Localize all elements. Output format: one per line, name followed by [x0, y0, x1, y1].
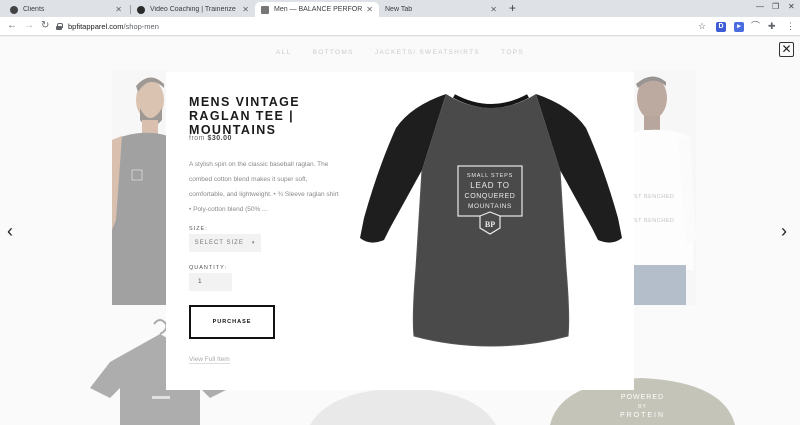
graphic-text-line: SMALL STEPS — [467, 173, 513, 179]
graphic-text-line: CONQUERED — [465, 193, 516, 200]
close-tab-icon[interactable]: ✕ — [490, 5, 497, 14]
price-prefix: from — [189, 135, 205, 142]
bookmark-star-icon[interactable]: ☆ — [698, 22, 706, 31]
extension-shoe-icon[interactable]: ⌒ — [751, 22, 760, 31]
tab-favicon-icon — [261, 5, 269, 14]
raglan-tee-illustration: SMALL STEPS LEAD TO CONQUERED MOUNTAINS … — [360, 94, 622, 347]
category-jackets-sweatshirts[interactable]: JACKETS/ SWEATSHIRTS — [375, 49, 480, 56]
close-tab-icon[interactable]: ✕ — [242, 5, 249, 14]
category-tops[interactable]: TOPS — [501, 49, 524, 56]
minimize-icon[interactable]: — — [756, 2, 764, 11]
tab-title: Men — BALANCE PERFORMANC — [274, 6, 363, 13]
tab-favicon-icon — [10, 5, 18, 14]
category-bottoms[interactable]: BOTTOMS — [313, 49, 354, 56]
previous-arrow-icon[interactable]: ‹ — [7, 222, 13, 240]
price-value: $30.00 — [207, 135, 232, 142]
chrome-menu-icon[interactable]: ⋮ — [786, 22, 795, 31]
product-quick-view-modal: MENS VINTAGE RAGLAN TEE | MOUNTAINS from… — [166, 72, 634, 390]
url-path: /shop-men — [123, 22, 159, 31]
size-select-value: SELECT SIZE — [194, 240, 244, 246]
tab-men-active[interactable]: Men — BALANCE PERFORMANC ✕ — [255, 2, 379, 17]
view-full-item-link[interactable]: View Full Item — [189, 356, 230, 364]
product-tile-right-model[interactable]: ST BENCHED ST BENCHED — [634, 70, 696, 305]
shirt-text-line: ST BENCHED — [634, 218, 675, 224]
category-nav: ALL BOTTOMS JACKETS/ SWEATSHIRTS TOPS — [0, 49, 800, 56]
size-select[interactable]: SELECT SIZE ▾ — [189, 234, 261, 252]
tab-title: New Tab — [385, 6, 413, 13]
lock-icon — [56, 23, 63, 30]
model-photo-right — [634, 70, 696, 305]
address-bar[interactable]: bpfitapparel.com/shop-men — [56, 19, 686, 34]
forward-arrow-icon[interactable]: → — [24, 20, 34, 31]
tab-new-tab[interactable]: New Tab ✕ — [379, 2, 503, 17]
back-arrow-icon[interactable]: ← — [7, 20, 17, 31]
next-arrow-icon[interactable]: › — [781, 222, 787, 240]
close-window-icon[interactable]: ✕ — [788, 2, 795, 11]
reload-icon[interactable]: ↻ — [41, 20, 49, 31]
tab-title: Video Coaching | Trainerize Pers — [150, 6, 238, 13]
product-tile-sweatshirt[interactable] — [290, 388, 516, 425]
close-lightbox-button[interactable]: ✕ — [779, 42, 794, 57]
tab-clients[interactable]: Clients ✕ — [4, 2, 128, 17]
extension-d-icon[interactable]: D — [716, 22, 726, 32]
shirt-text-line: ST BENCHED — [634, 194, 675, 200]
graphic-text-line: LEAD TO — [470, 181, 510, 190]
model-photo-left — [112, 70, 168, 305]
purchase-button[interactable]: PURCHASE — [189, 305, 275, 339]
extensions-puzzle-icon[interactable]: ✚ — [768, 22, 776, 31]
product-tile-left-model[interactable] — [112, 70, 168, 305]
sweatshirt-photo — [310, 388, 496, 425]
category-all[interactable]: ALL — [276, 49, 291, 56]
graphic-text-line: MOUNTAINS — [468, 203, 512, 210]
shirt-text-line: POWERED — [620, 394, 665, 401]
tab-favicon-icon — [137, 5, 145, 14]
quantity-input[interactable]: 1 — [189, 273, 232, 291]
browser-tab-bar: Clients ✕ Video Coaching | Trainerize Pe… — [0, 0, 800, 17]
chevron-down-icon: ▾ — [251, 240, 256, 246]
tab-video-coaching[interactable]: Video Coaching | Trainerize Pers ✕ — [131, 2, 255, 17]
size-label: SIZE: — [189, 226, 208, 232]
restore-icon[interactable]: ❐ — [772, 2, 779, 11]
url-host: bpfitapparel.com — [68, 22, 124, 31]
shirt-text-line: PROTEIN — [619, 412, 666, 419]
shirt-text-line: BY — [638, 404, 647, 410]
browser-toolbar: ← → ↻ bpfitapparel.com/shop-men ☆ D ▸ ⌒ … — [0, 17, 800, 36]
logo-text: BP — [485, 220, 495, 229]
close-tab-icon[interactable]: ✕ — [115, 5, 122, 14]
product-image: SMALL STEPS LEAD TO CONQUERED MOUNTAINS … — [356, 88, 626, 348]
quantity-label: QUANTITY: — [189, 265, 228, 271]
product-title: MENS VINTAGE RAGLAN TEE | MOUNTAINS — [189, 95, 301, 137]
product-description: A stylish spin on the classic baseball r… — [189, 161, 339, 213]
product-price: from $30.00 — [189, 135, 232, 142]
extension-video-icon[interactable]: ▸ — [734, 22, 744, 32]
tab-title: Clients — [23, 6, 45, 13]
new-tab-plus-icon[interactable]: + — [509, 1, 516, 15]
close-tab-icon[interactable]: ✕ — [366, 5, 373, 14]
